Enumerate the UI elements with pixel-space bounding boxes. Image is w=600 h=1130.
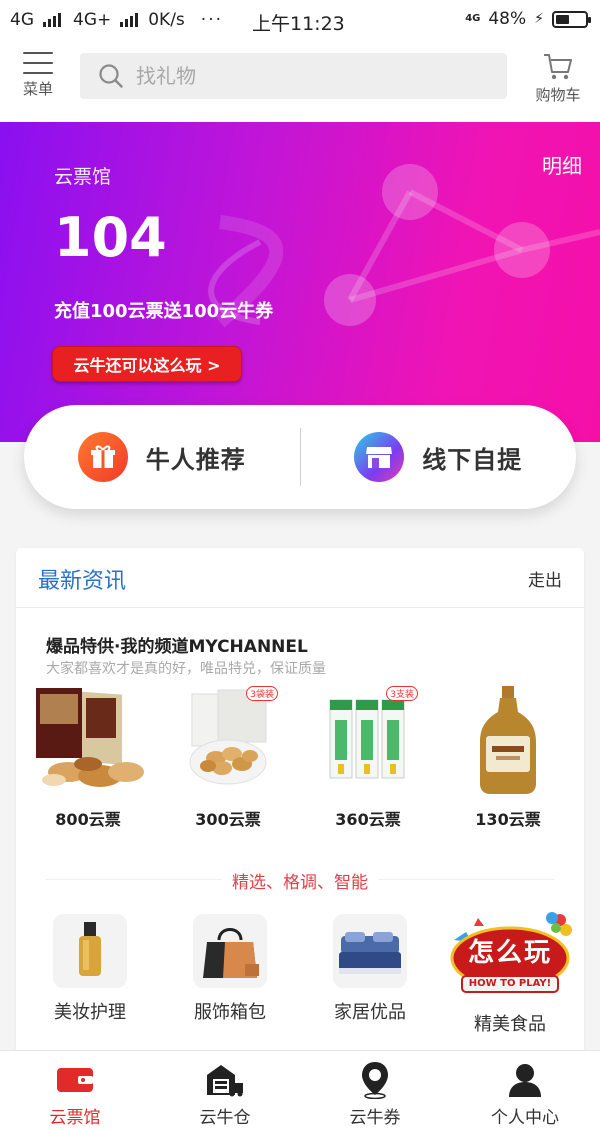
top-nav: 菜单 购物车 — [0, 40, 600, 122]
bottom-tab-bar: 云票馆 云牛仓 云牛券 个人中心 — [0, 1050, 600, 1130]
battery-percent: 48% — [488, 9, 527, 29]
product-item[interactable]: 800云票 — [28, 680, 148, 830]
store-icon — [354, 432, 405, 482]
ticket-balance: 104 — [54, 206, 167, 269]
cart-label: 购物车 — [535, 86, 581, 104]
hero-banner: 云票馆 明细 104 充值100云票送100云牛券 云牛还可以这么玩 > — [0, 122, 600, 442]
category-food[interactable]: 怎么玩 HOW TO PLAY! 精美食品 — [450, 912, 572, 1036]
how-to-play-title: 怎么玩 — [467, 938, 552, 968]
tab-ticket-hall[interactable]: 云票馆 — [0, 1051, 150, 1130]
product-item[interactable]: 3袋装 300云票 — [168, 680, 288, 830]
signal-icon — [120, 13, 139, 27]
search-icon — [99, 64, 123, 88]
tab-warehouse[interactable]: 云牛仓 — [150, 1051, 300, 1130]
product-item[interactable]: 3支装 360云票 — [308, 680, 428, 830]
gift-icon — [77, 432, 128, 482]
handbag-icon — [193, 914, 267, 988]
menu-label: 菜单 — [22, 80, 53, 98]
tab-coupon[interactable]: 云牛券 — [300, 1051, 450, 1130]
search-bar[interactable] — [80, 53, 507, 99]
liquor-bottle-image — [448, 680, 568, 800]
network-label-2: 4G+ — [73, 10, 112, 30]
tab-label: 个人中心 — [491, 1108, 559, 1128]
product-item[interactable]: 130云票 — [448, 680, 568, 830]
signal-icon — [43, 13, 61, 27]
news-header: 最新资讯 走出 — [16, 548, 584, 608]
slogan-text: 精选、格调、智能 — [222, 873, 378, 893]
featured-subtitle: 大家都喜欢才是真的好，唯品特兑，保证质量 — [46, 661, 326, 677]
quick-action-pickup[interactable]: 线下自提 — [301, 405, 577, 509]
news-more-link[interactable]: 走出 — [528, 566, 562, 591]
product-price: 300云票 — [195, 810, 261, 829]
pack-tag: 3支装 — [386, 686, 418, 701]
category-home[interactable]: 家居优品 — [310, 914, 430, 1024]
net-speed: 0K/s — [148, 10, 185, 30]
bedding-icon — [333, 914, 407, 988]
category-label: 精美食品 — [474, 1014, 546, 1035]
category-cosmetics[interactable]: 美妆护理 — [30, 914, 150, 1024]
pack-tag: 3袋装 — [246, 686, 278, 701]
tab-label: 云票馆 — [49, 1108, 101, 1128]
quick-actions-card: 牛人推荐 线下自提 — [24, 405, 576, 509]
category-label: 美妆护理 — [54, 1002, 126, 1023]
battery-icon — [552, 10, 591, 28]
menu-button[interactable]: 菜单 — [18, 50, 58, 99]
product-price: 130云票 — [475, 810, 541, 829]
network-label: 4G — [10, 10, 34, 30]
tab-label: 云牛仓 — [199, 1108, 251, 1128]
cart-icon — [544, 54, 572, 80]
featured-title[interactable]: 爆品特供·我的频道MYCHANNEL — [46, 632, 308, 657]
hero-title: 云票馆 — [54, 166, 112, 188]
category-label: 服饰箱包 — [194, 1002, 266, 1023]
quick-action-label: 线下自提 — [422, 445, 523, 474]
tab-profile[interactable]: 个人中心 — [450, 1051, 600, 1130]
product-price: 800云票 — [55, 810, 121, 829]
product-row: 800云票 3袋装 300云票 3支装 360云票 130云票 — [16, 680, 584, 840]
how-to-play-subtitle: HOW TO PLAY! — [468, 978, 552, 989]
search-input[interactable] — [136, 64, 466, 88]
promo-text: 充值100云票送100云牛券 — [54, 301, 274, 322]
status-time: 上午11:23 — [252, 13, 345, 35]
quick-action-label: 牛人推荐 — [145, 445, 246, 474]
slogan: 精选、格调、智能 — [16, 868, 584, 893]
how-to-play-button[interactable]: 云牛还可以这么玩 > — [52, 346, 242, 382]
location-pin-icon — [300, 1061, 450, 1099]
detail-link[interactable]: 明细 — [542, 150, 582, 179]
warehouse-icon — [150, 1061, 300, 1099]
lte-badge: 4G — [465, 13, 481, 24]
status-bar: 4G 4G+ 0K/s ··· 上午11:23 4G 48% ⚡ — [0, 0, 600, 40]
tab-label: 云牛券 — [349, 1108, 401, 1128]
product-price: 360云票 — [335, 810, 401, 829]
charging-icon: ⚡ — [534, 11, 544, 27]
how-to-play-icon[interactable]: 怎么玩 HOW TO PLAY! — [448, 910, 572, 1000]
toothpaste-image: 3支装 — [308, 680, 428, 800]
cosmetics-icon — [53, 914, 127, 988]
quick-action-recommend[interactable]: 牛人推荐 — [24, 405, 300, 509]
peanuts-image: 3袋装 — [168, 680, 288, 800]
category-label: 家居优品 — [334, 1002, 406, 1023]
user-icon — [450, 1061, 600, 1099]
gift-box-image — [28, 680, 148, 800]
news-card: 最新资讯 走出 爆品特供·我的频道MYCHANNEL 大家都喜欢才是真的好，唯品… — [16, 548, 584, 1058]
category-apparel[interactable]: 服饰箱包 — [170, 914, 290, 1024]
cart-button[interactable]: 购物车 — [528, 50, 588, 105]
more-dots: ··· — [200, 10, 224, 30]
wallet-icon — [0, 1061, 150, 1099]
hamburger-icon — [23, 52, 53, 74]
category-row: 美妆护理 服饰箱包 家居优品 怎么玩 HOW TO PLAY! 精美食品 — [16, 912, 584, 1036]
news-title: 最新资讯 — [38, 569, 127, 594]
